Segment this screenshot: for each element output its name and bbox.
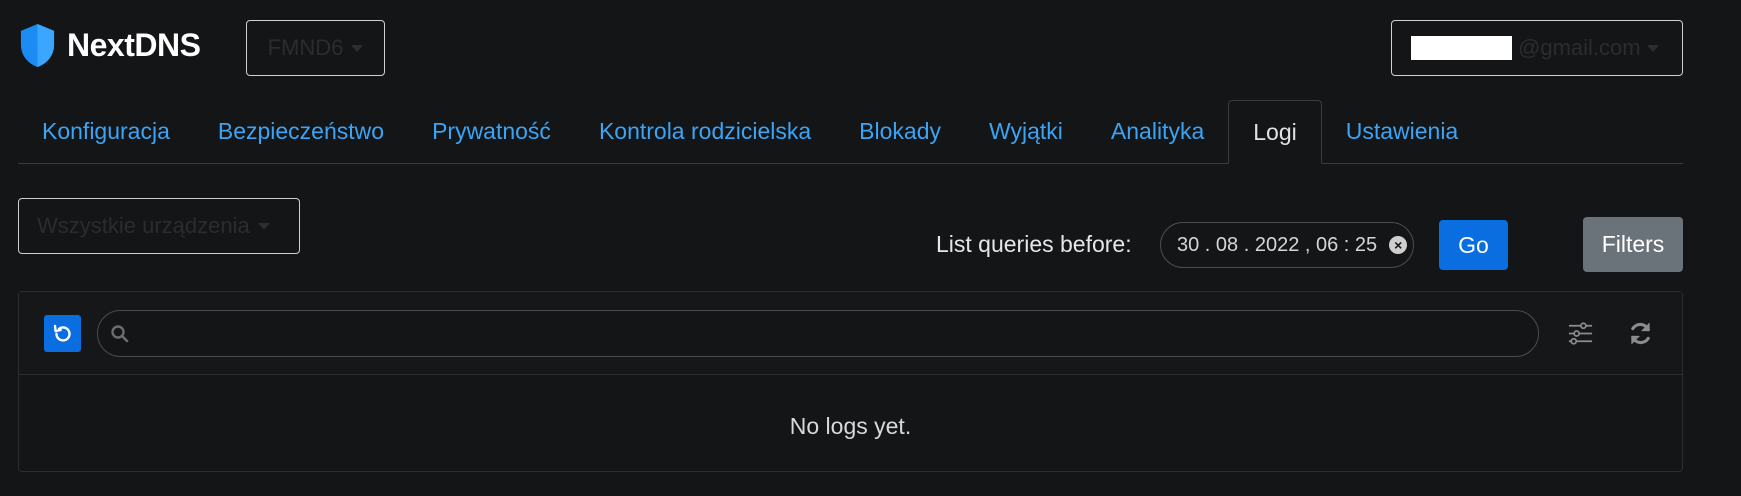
empty-logs-message: No logs yet.: [789, 413, 912, 439]
configuration-id: FMND6: [267, 35, 344, 60]
tab-konfiguracja[interactable]: Konfiguracja: [18, 100, 194, 163]
account-email-domain: @gmail.com: [1518, 35, 1641, 60]
search-icon: [111, 324, 129, 342]
tab-blokady[interactable]: Blokady: [835, 100, 965, 163]
tab-bezpieczenstwo[interactable]: Bezpieczeństwo: [194, 100, 408, 163]
search-bar[interactable]: [97, 310, 1539, 357]
tab-logi[interactable]: Logi: [1228, 100, 1322, 164]
device-selector[interactable]: Wszystkie urządzenia: [18, 198, 300, 254]
sliders-icon[interactable]: [1567, 320, 1594, 347]
tab-wyjatki[interactable]: Wyjątki: [965, 100, 1087, 163]
device-selector-label: Wszystkie urządzenia: [37, 213, 250, 238]
caret-down-icon: [351, 44, 364, 52]
refresh-icon[interactable]: [1627, 320, 1654, 347]
tab-ustawienia[interactable]: Ustawienia: [1322, 100, 1483, 163]
list-before-label: List queries before:: [936, 231, 1132, 257]
search-input[interactable]: [138, 321, 1538, 346]
shield-icon: [20, 24, 55, 67]
date-time-value: 30 . 08 . 2022 , 06 : 25: [1177, 233, 1378, 256]
tab-analityka[interactable]: Analityka: [1087, 100, 1228, 163]
configuration-selector[interactable]: FMND6: [246, 20, 385, 76]
caret-down-icon: [257, 222, 270, 230]
caret-down-icon: [1646, 44, 1659, 52]
filters-button[interactable]: Filters: [1583, 217, 1683, 272]
brand-name: NextDNS: [67, 27, 201, 63]
account-menu[interactable]: @gmail.com: [1391, 20, 1683, 76]
tab-prywatnosc[interactable]: Prywatność: [408, 100, 575, 163]
go-button[interactable]: Go: [1439, 220, 1508, 270]
brand-logo[interactable]: NextDNS: [18, 22, 201, 69]
logs-toolbar: [19, 292, 1682, 375]
date-time-input[interactable]: 30 . 08 . 2022 , 06 : 25 ×: [1160, 222, 1414, 268]
redacted-email-user: [1411, 36, 1512, 60]
logs-panel: No logs yet.: [18, 291, 1683, 472]
live-refresh-button[interactable]: [44, 315, 81, 352]
main-tabs: Konfiguracja Bezpieczeństwo Prywatność K…: [18, 100, 1683, 164]
clear-icon[interactable]: ×: [1389, 236, 1408, 254]
live-refresh-icon: [53, 324, 71, 342]
tab-kontrola-rodzicielska[interactable]: Kontrola rodzicielska: [575, 100, 835, 163]
